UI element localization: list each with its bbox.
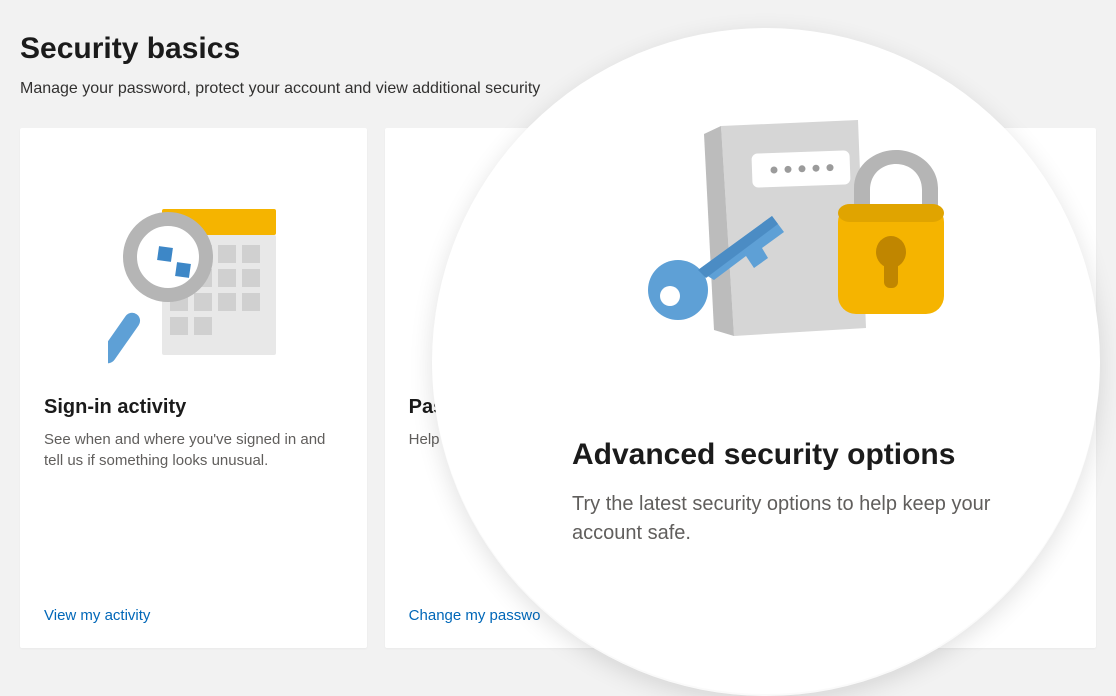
page-title: Security basics (20, 32, 1096, 66)
view-activity-link[interactable]: View my activity (44, 607, 343, 624)
notebook-key-lock-icon (586, 98, 946, 358)
magnified-card-title: Advanced security options (432, 438, 955, 472)
card-description: See when and where you've signed in and … (44, 429, 343, 471)
calendar-magnifier-icon (44, 156, 343, 396)
magnified-card-description: Try the latest security options to help … (432, 490, 1100, 548)
card-signin-activity[interactable]: Sign-in activity See when and where you'… (20, 128, 367, 648)
card-title: Sign-in activity (44, 396, 343, 419)
magnified-view: Advanced security options Try the latest… (432, 28, 1100, 696)
